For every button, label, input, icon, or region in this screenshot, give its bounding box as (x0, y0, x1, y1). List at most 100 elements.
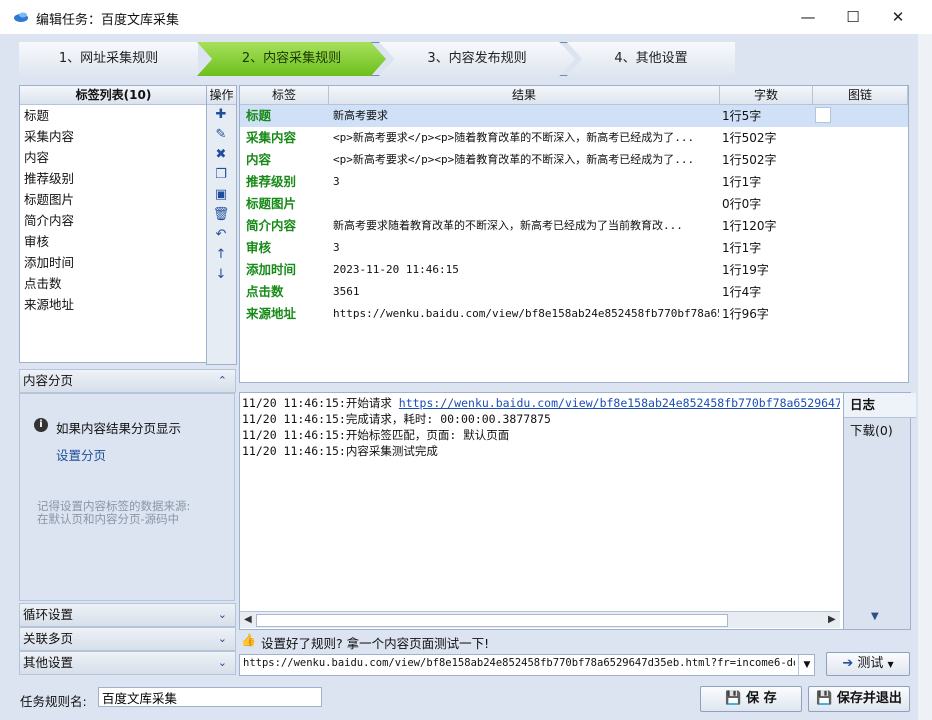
table-row[interactable]: 点击数 3561 1行4字 (240, 281, 908, 303)
app-logo-icon (14, 12, 28, 22)
tag-item[interactable]: 标题 (20, 105, 207, 126)
move-up-icon[interactable]: ↑ (207, 245, 235, 265)
test-button[interactable]: ➔ 测试 ▼ (826, 652, 910, 676)
table-row[interactable]: 采集内容 <p>新高考要求</p><p>随着教育改革的不断深入，新高考已经成为了.… (240, 127, 908, 149)
table-row[interactable]: 标题图片 0行0字 (240, 193, 908, 215)
add-icon[interactable]: ✚ (207, 105, 235, 125)
undo-icon[interactable]: ↶ (207, 225, 235, 245)
chevron-down-icon: ⌄ (217, 608, 227, 621)
rule-name-input[interactable] (98, 687, 322, 707)
edit-icon[interactable]: ✎ (207, 125, 235, 145)
row-tag: 来源地址 (246, 306, 297, 321)
row-result: 新高考要求随着教育改革的不断深入，新高考已经成为了当前教育改... (333, 219, 683, 232)
close-button[interactable]: ✕ (886, 5, 910, 29)
row-tag: 采集内容 (246, 130, 297, 145)
tag-item[interactable]: 标题图片 (20, 189, 207, 210)
row-tag: 内容 (246, 152, 272, 167)
row-result: 3 (333, 175, 340, 188)
save-icon: 💾 (725, 691, 742, 706)
step-label: 1、网址采集规则 (58, 51, 159, 66)
row-tag: 点击数 (246, 284, 284, 299)
delete-icon[interactable]: ✖ (207, 145, 235, 165)
table-row[interactable]: 添加时间 2023-11-20 11:46:15 1行19字 (240, 259, 908, 281)
step-other-settings[interactable]: 4、其他设置 (567, 42, 735, 76)
table-row[interactable]: 标题 新高考要求 1行5字 (240, 105, 908, 127)
col-count[interactable]: 字数 (720, 86, 813, 105)
test-url-combo[interactable]: https://wenku.baidu.com/view/bf8e158ab24… (239, 654, 815, 676)
save-exit-button[interactable]: 💾 保存并退出 (808, 686, 910, 712)
row-tag: 添加时间 (246, 262, 297, 277)
col-tag[interactable]: 标签 (240, 86, 329, 105)
horizontal-scrollbar[interactable]: ◀ ▶ (240, 611, 840, 628)
scroll-right-icon[interactable]: ▶ (828, 614, 836, 625)
table-row[interactable]: 简介内容 新高考要求随着教育改革的不断深入，新高考已经成为了当前教育改... 1行1… (240, 215, 908, 237)
minimize-button[interactable]: — (796, 5, 820, 29)
title-bar: 编辑任务：百度文库采集 — ☐ ✕ (0, 0, 932, 35)
save-label: 保 存 (746, 691, 777, 706)
table-row[interactable]: 内容 <p>新高考要求</p><p>随着教育改革的不断深入，新高考已经成为了...… (240, 149, 908, 171)
tag-item[interactable]: 点击数 (20, 273, 207, 294)
paste-icon[interactable]: ▣ (207, 185, 235, 205)
log-panel: 11/20 11:46:15:开始请求 https://wenku.baidu.… (239, 392, 844, 630)
step-content-rules[interactable]: 2、内容采集规则 (197, 42, 386, 76)
dropdown-arrow-icon[interactable]: ▼ (798, 655, 815, 675)
scroll-left-icon[interactable]: ◀ (244, 614, 252, 625)
move-down-icon[interactable]: ↓ (207, 265, 235, 285)
tag-list: 标签列表(10) 标题 采集内容 内容 推荐级别 标题图片 简介内容 审核 添加… (19, 85, 208, 363)
table-row[interactable]: 推荐级别 3 1行1字 (240, 171, 908, 193)
row-tag: 标题 (246, 108, 272, 123)
multi-page-header[interactable]: 关联多页 ⌄ (19, 627, 236, 651)
loop-settings-header[interactable]: 循环设置 ⌄ (19, 603, 236, 627)
tag-item[interactable]: 采集内容 (20, 126, 207, 147)
save-icon: 💾 (816, 691, 833, 706)
rule-name-label: 任务规则名: (20, 694, 87, 709)
scrollbar-thumb[interactable] (256, 614, 728, 627)
save-button[interactable]: 💾 保 存 (700, 686, 802, 712)
chevron-down-icon: ⌄ (217, 656, 227, 669)
row-tag: 推荐级别 (246, 174, 297, 189)
tag-item[interactable]: 添加时间 (20, 252, 207, 273)
other-settings-header[interactable]: 其他设置 ⌄ (19, 651, 236, 675)
tab-log[interactable]: 日志 (844, 393, 916, 418)
chevron-up-icon: ⌃ (217, 374, 227, 387)
log-text: 11/20 11:46:15:开始标签匹配，页面: 默认页面 (242, 428, 510, 442)
log-text: 11/20 11:46:15:内容采集测试完成 (242, 444, 438, 458)
step-url-rules[interactable]: 1、网址采集规则 (19, 42, 198, 76)
login-arrow-icon: ➔ (842, 656, 854, 671)
section-title: 循环设置 (23, 607, 74, 622)
log-line: 11/20 11:46:15:开始标签匹配，页面: 默认页面 (242, 427, 509, 443)
pagination-section-header[interactable]: 内容分页 ⌃ (19, 369, 236, 393)
table-row[interactable]: 来源地址 https://wenku.baidu.com/view/bf8e158… (240, 303, 908, 325)
result-grid: 标签 结果 字数 图链 标题 新高考要求 1行5字 采集内容 <p>新高考要求</p><… (239, 85, 909, 383)
log-tabs: 日志 下载(0) ▼ (843, 392, 916, 630)
image-link-checkbox[interactable] (815, 107, 831, 123)
row-result (329, 193, 719, 215)
tab-download[interactable]: 下载(0) (844, 419, 916, 443)
row-count: 0行0字 (722, 197, 762, 211)
log-text: 11/20 11:46:15:开始请求 (242, 396, 399, 410)
tag-item[interactable]: 简介内容 (20, 210, 207, 231)
chevron-down-icon: ⌄ (217, 632, 227, 645)
scroll-down-icon[interactable]: ▼ (871, 611, 879, 622)
row-result: 新高考要求 (333, 109, 388, 122)
log-link[interactable]: https://wenku.baidu.com/view/bf8e158ab24… (399, 396, 840, 410)
tag-item[interactable]: 内容 (20, 147, 207, 168)
set-pagination-link[interactable]: 设置分页 (56, 445, 106, 464)
tag-item[interactable]: 来源地址 (20, 294, 207, 315)
col-image-link[interactable]: 图链 (813, 86, 908, 105)
test-url-input[interactable]: https://wenku.baidu.com/view/bf8e158ab24… (243, 657, 795, 669)
background-window-strip (918, 34, 932, 720)
log-line: 11/20 11:46:15:完成请求，耗时: 00:00:00.3877875 (242, 411, 551, 427)
log-line: 11/20 11:46:15:开始请求 https://wenku.baidu.… (242, 395, 840, 411)
tag-item[interactable]: 推荐级别 (20, 168, 207, 189)
table-row[interactable]: 审核 3 1行1字 (240, 237, 908, 259)
tag-item[interactable]: 审核 (20, 231, 207, 252)
trash-icon[interactable]: 🗑 (207, 205, 235, 225)
col-result[interactable]: 结果 (329, 86, 720, 105)
row-count: 1行502字 (722, 131, 777, 145)
maximize-button[interactable]: ☐ (841, 5, 865, 29)
step-publish-rules[interactable]: 3、内容发布规则 (379, 42, 575, 76)
tag-ops-column: 操作 ✚ ✎ ✖ ❐ ▣ 🗑 ↶ ↑ ↓ (206, 85, 237, 365)
copy-icon[interactable]: ❐ (207, 165, 235, 185)
tag-list-header: 标签列表(10) (20, 86, 207, 105)
